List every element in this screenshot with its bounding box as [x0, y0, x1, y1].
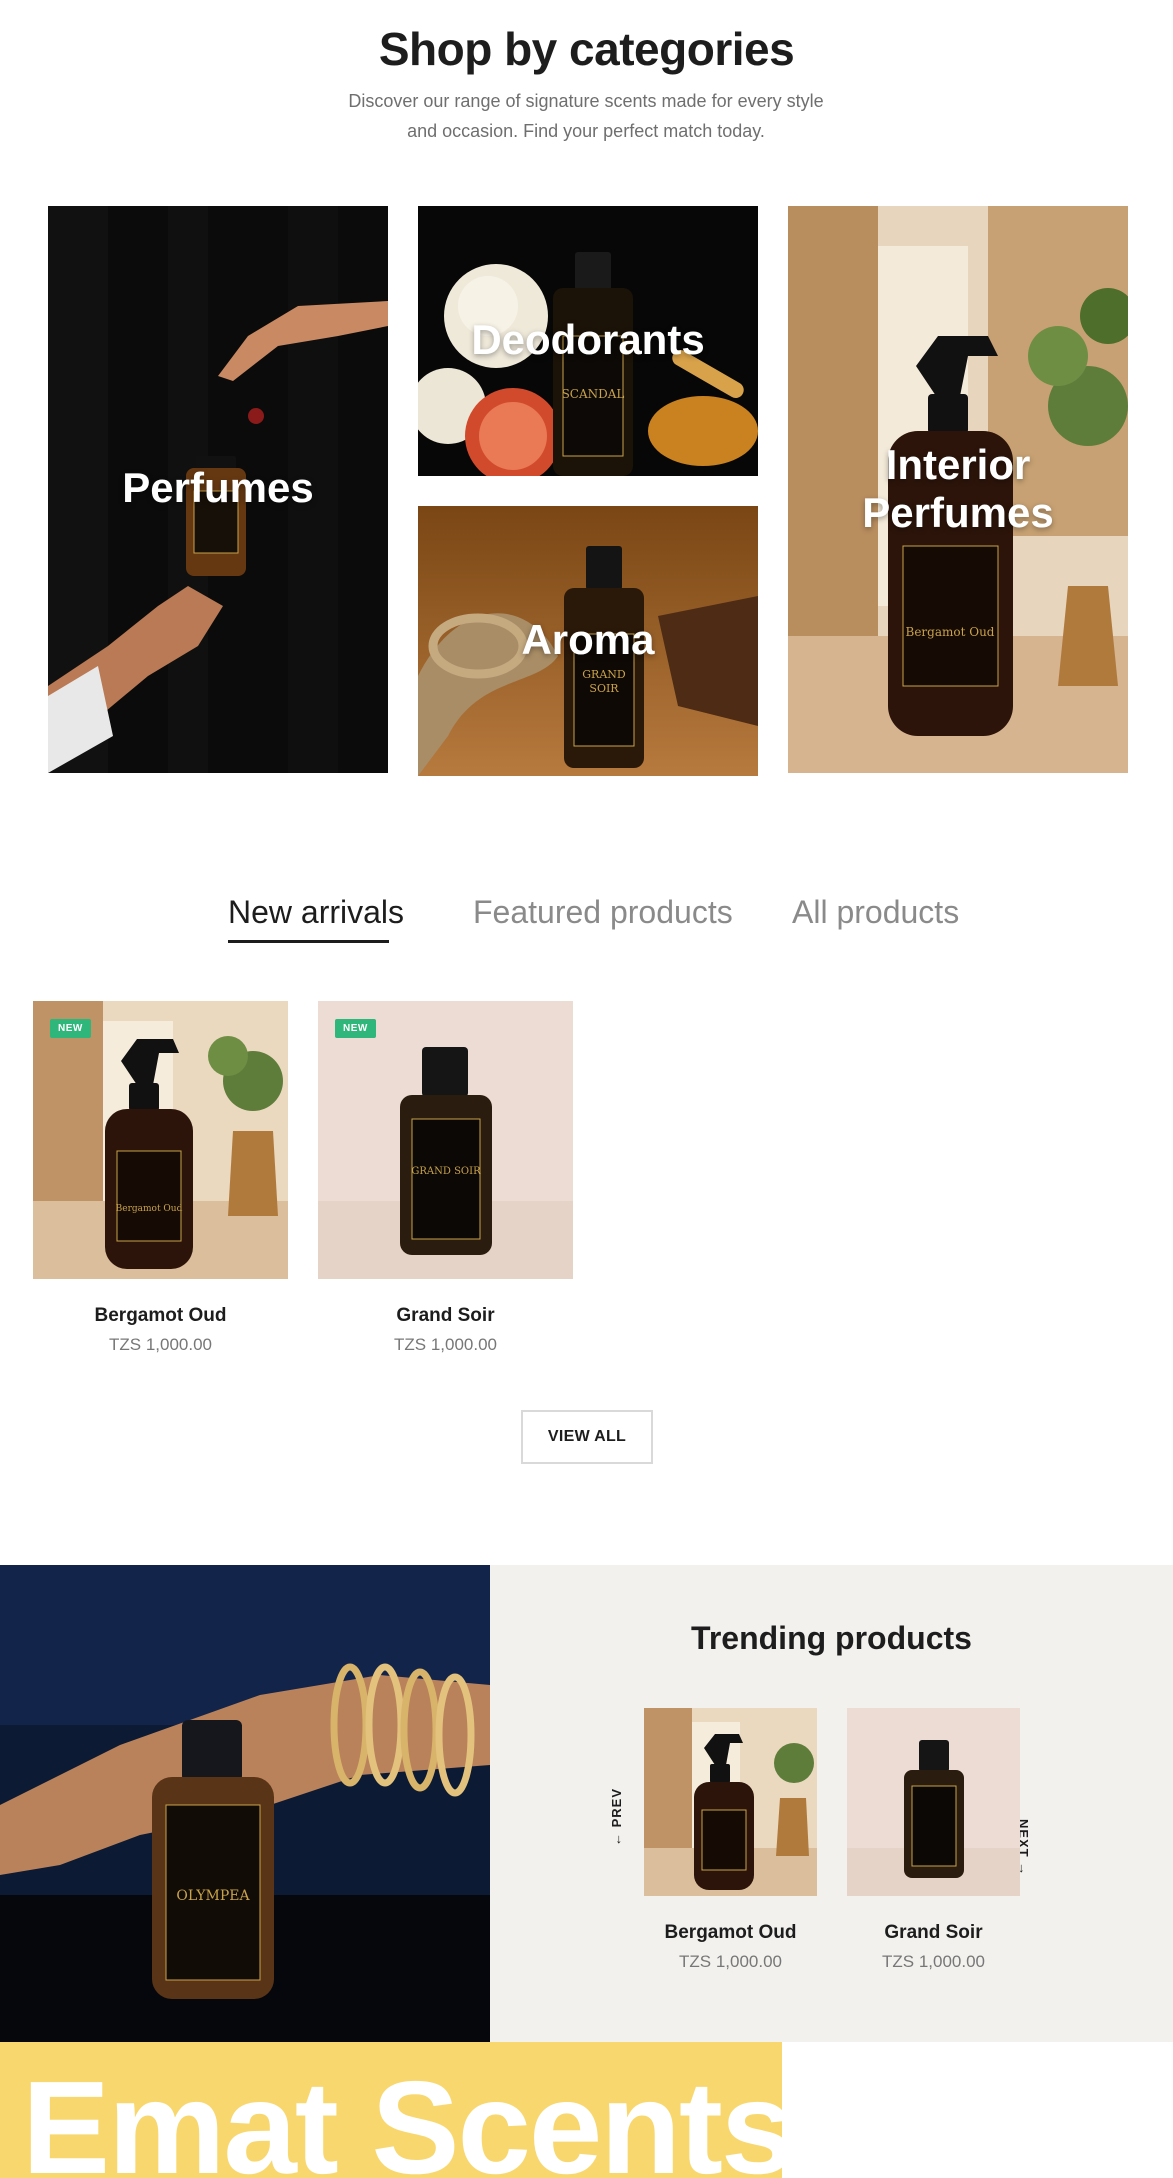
category-label: Aroma — [521, 616, 655, 663]
bottle-text: OLYMPEA — [176, 1888, 250, 1904]
product-name[interactable]: Bergamot Oud — [644, 1922, 817, 1944]
trending-title: Trending products — [691, 1620, 972, 1656]
bottle-text: GRAND SOIR — [411, 1166, 481, 1177]
product-price: TZS 1,000.00 — [678, 1952, 782, 1971]
category-label: Interior Perfumes — [862, 441, 1054, 536]
product-name[interactable]: Grand Soir — [847, 1922, 1020, 1944]
prev-button[interactable]: ← PREV — [609, 1788, 624, 1846]
trending-card-grand-soir[interactable]: Grand Soir TZS 1,000.00 — [847, 1708, 1020, 1972]
product-price: TZS 1,000.00 — [108, 1335, 212, 1354]
categories-subtitle: Discover our range of signature scents m… — [348, 91, 824, 141]
olympea-hero-image: OLYMPEA — [0, 1565, 490, 2042]
category-tile-perfumes[interactable]: Perfumes — [48, 206, 388, 773]
product-image[interactable]: GRAND SOIR NEW — [318, 1001, 573, 1279]
new-badge: NEW — [335, 1019, 376, 1038]
product-price: TZS 1,000.00 — [881, 1952, 985, 1971]
tab-all-products[interactable]: All products — [792, 894, 959, 931]
grand-soir-bottle-image: GRAND SOIR — [318, 1001, 573, 1279]
trending-card-bergamot-oud[interactable]: Bergamot Oud TZS 1,000.00 — [644, 1708, 817, 1972]
product-name[interactable]: Bergamot Oud — [33, 1305, 288, 1327]
view-all-button[interactable]: VIEW ALL — [521, 1410, 653, 1464]
category-label: Deodorants — [471, 316, 705, 363]
brand-name: Emat Scents — [22, 2054, 782, 2178]
product-image[interactable]: Bergamot Oud NEW — [33, 1001, 288, 1279]
trending-hero-image: OLYMPEA — [0, 1565, 490, 2042]
bergamot-oud-thumb — [644, 1708, 817, 1896]
product-image[interactable] — [847, 1708, 1020, 1896]
svg-text:GRAND: GRAND — [582, 668, 626, 681]
product-name[interactable]: Grand Soir — [318, 1305, 573, 1327]
product-price: TZS 1,000.00 — [393, 1335, 497, 1354]
category-tile-aroma[interactable]: GRAND SOIR Aroma — [418, 506, 758, 776]
product-card-grand-soir[interactable]: GRAND SOIR NEW Grand Soir TZS 1,000.00 — [318, 1001, 573, 1355]
svg-text:Bergamot Oud: Bergamot Oud — [906, 625, 995, 639]
svg-text:SOIR: SOIR — [589, 682, 619, 695]
tab-new-arrivals[interactable]: New arrivals — [228, 894, 404, 931]
category-label: Perfumes — [122, 464, 314, 511]
svg-text:SCANDAL: SCANDAL — [562, 387, 625, 401]
bergamot-oud-bottle-image: Bergamot Oud — [33, 1001, 288, 1279]
category-tile-deodorants[interactable]: SCANDAL Deodorants — [418, 206, 758, 476]
grand-soir-thumb — [847, 1708, 1020, 1896]
brand-banner-text: Emat Scents — [22, 2042, 782, 2178]
categories-title: Shop by categories — [378, 23, 795, 75]
category-tile-interior-perfumes[interactable]: Bergamot Oud Interior Perfumes — [788, 206, 1128, 773]
active-tab-underline — [228, 940, 389, 943]
product-card-bergamot-oud[interactable]: Bergamot Oud NEW Bergamot Oud TZS 1,000.… — [33, 1001, 288, 1355]
tab-featured-products[interactable]: Featured products — [473, 894, 733, 931]
bottle-text: Bergamot Oud — [116, 1204, 183, 1214]
product-image[interactable] — [644, 1708, 817, 1896]
new-badge: NEW — [50, 1019, 91, 1038]
